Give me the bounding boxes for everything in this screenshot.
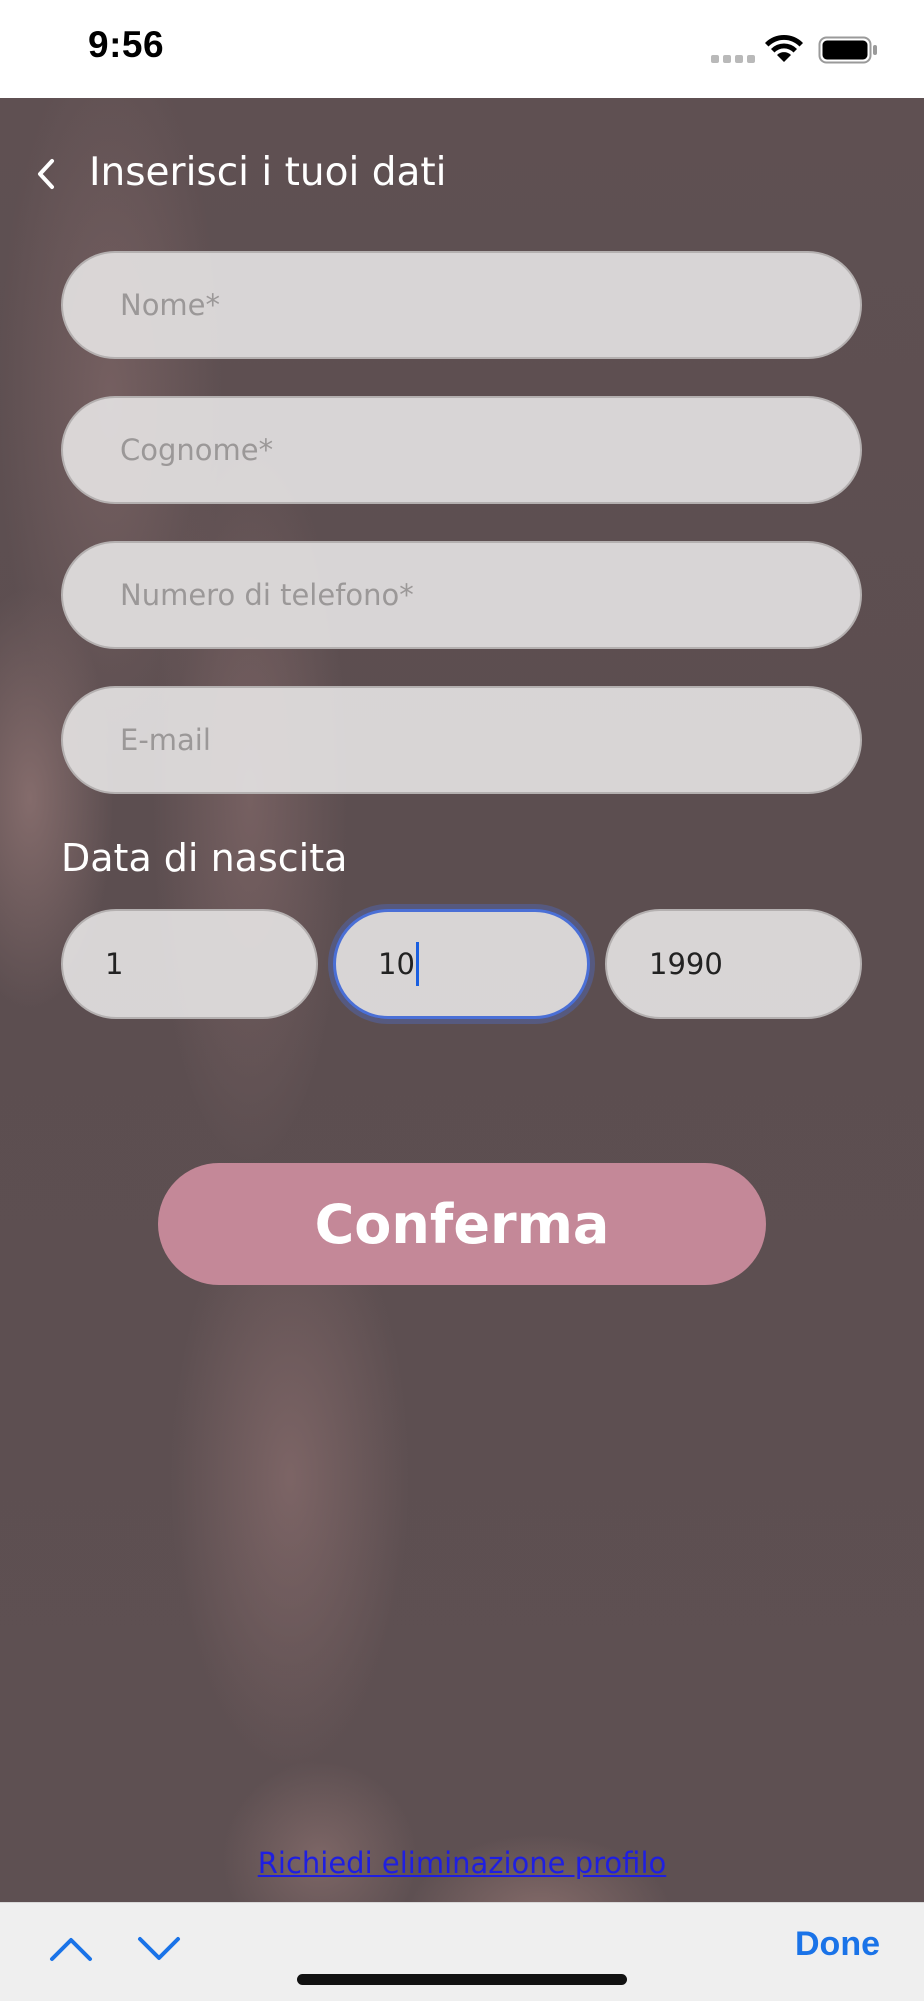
confirm-button[interactable]: Conferma [158, 1163, 766, 1285]
keyboard-accessory-bar: Done [0, 1902, 924, 2001]
birth-month-field[interactable]: 10 [333, 909, 590, 1019]
birth-day-field[interactable] [61, 909, 318, 1019]
first-name-input[interactable] [120, 288, 860, 322]
page-title: Inserisci i tuoi dati [89, 150, 447, 195]
last-name-field[interactable] [61, 396, 862, 504]
battery-icon [818, 36, 877, 64]
delete-profile-link[interactable]: Richiedi eliminazione profilo [0, 1846, 924, 1880]
birth-date-label: Data di nascita [61, 836, 348, 880]
chevron-up-icon [50, 1938, 92, 1961]
email-input[interactable] [120, 723, 860, 757]
done-button[interactable]: Done [795, 1925, 880, 1964]
status-time: 9:56 [88, 24, 165, 65]
birth-year-field[interactable] [605, 909, 862, 1019]
phone-input[interactable] [120, 578, 860, 612]
phone-field[interactable] [61, 541, 862, 649]
text-caret [415, 942, 419, 986]
last-name-input[interactable] [120, 433, 860, 467]
next-field-button[interactable] [136, 1935, 182, 1967]
cellular-signal-icon [711, 55, 755, 63]
birth-day-input[interactable] [105, 947, 316, 981]
birth-year-input[interactable] [649, 947, 860, 981]
status-bar: 9:56 [0, 0, 924, 98]
previous-field-button[interactable] [48, 1935, 94, 1967]
home-indicator [297, 1974, 627, 1985]
chevron-left-icon [38, 159, 54, 189]
header: Inserisci i tuoi dati [0, 140, 924, 216]
birth-month-input[interactable]: 10 [378, 947, 415, 981]
chevron-down-icon [138, 1937, 180, 1960]
wifi-icon [765, 34, 803, 62]
email-field[interactable] [61, 686, 862, 794]
first-name-field[interactable] [61, 251, 862, 359]
back-button[interactable] [26, 154, 66, 194]
